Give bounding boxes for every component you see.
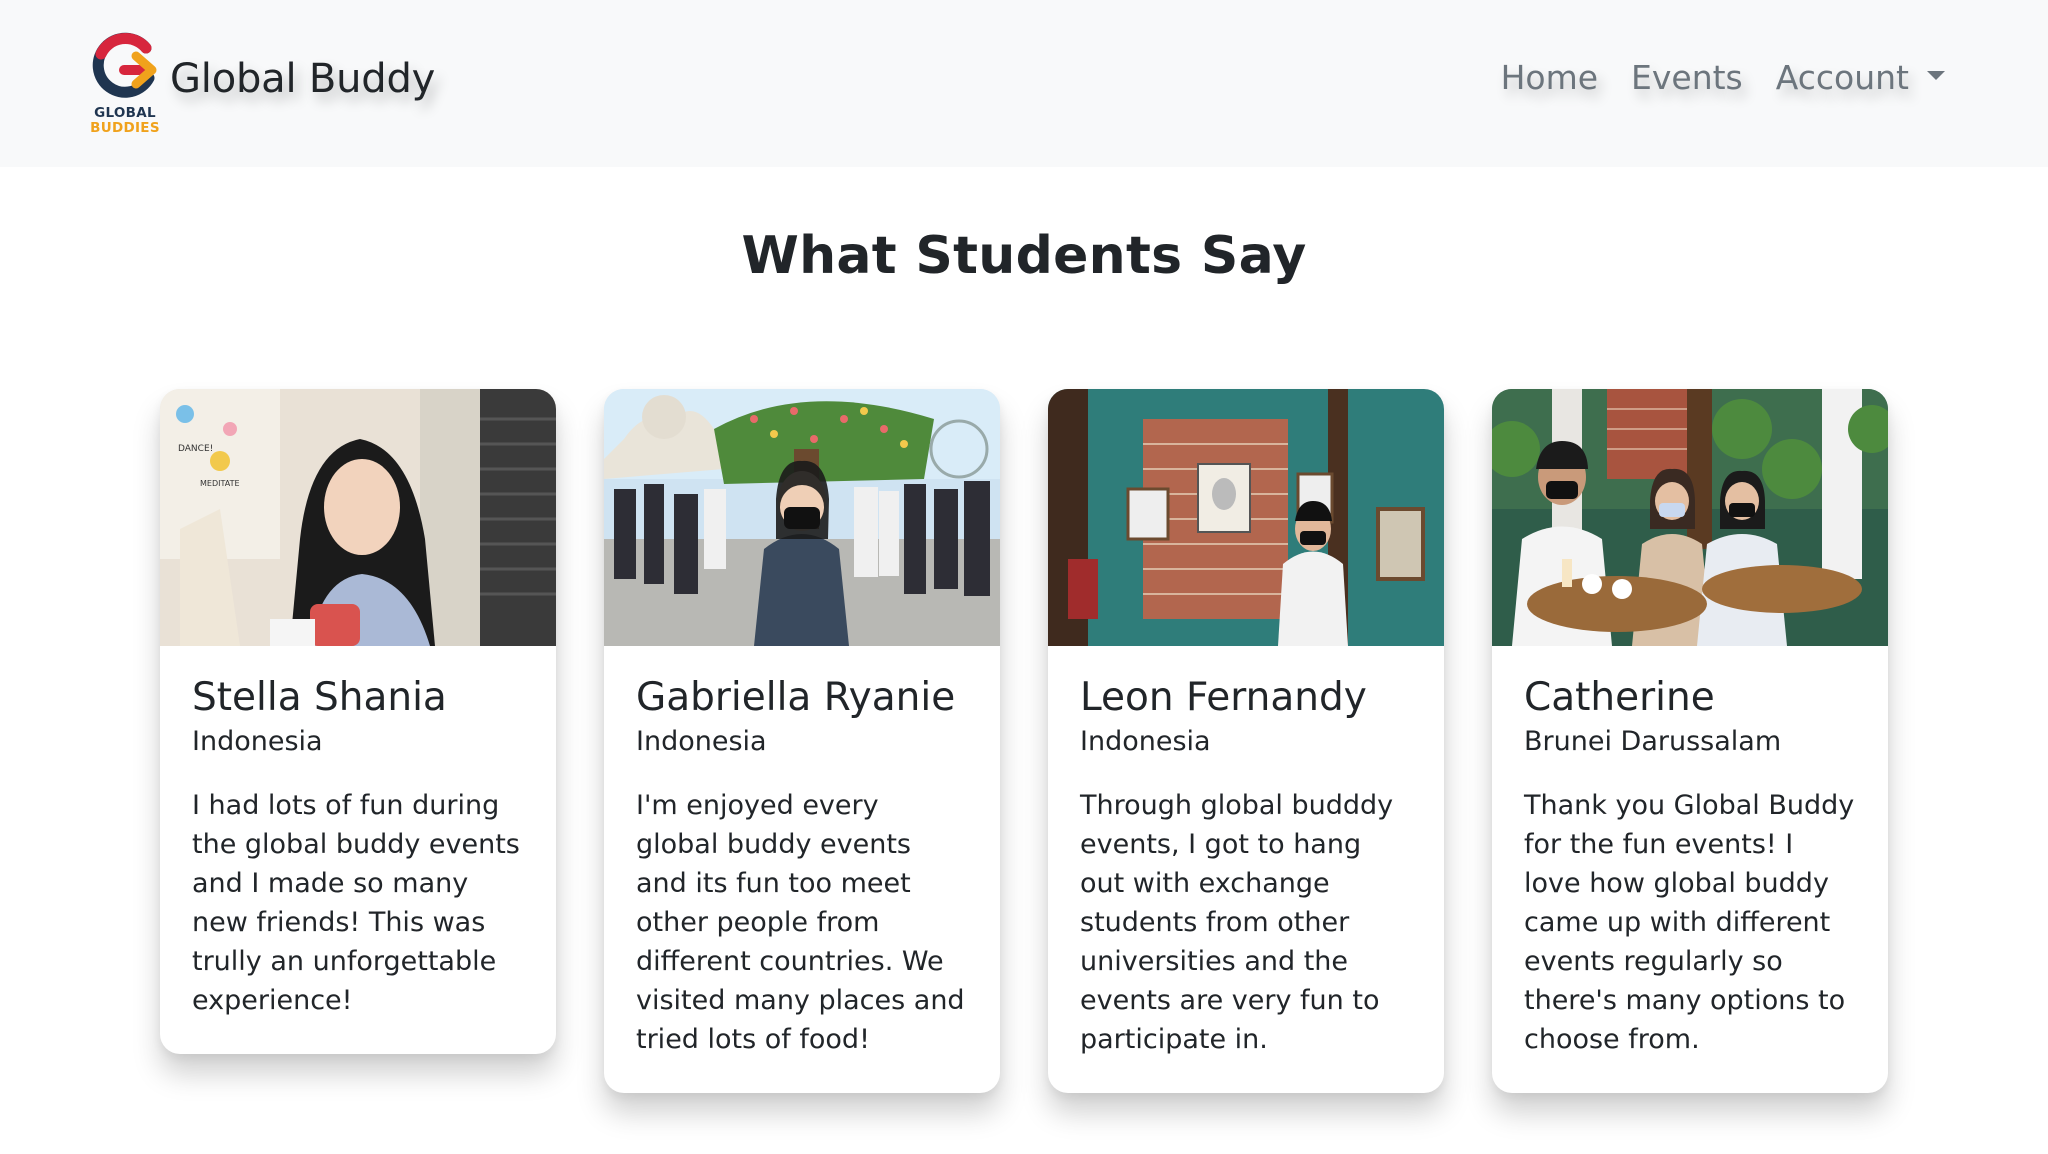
section-title: What Students Say — [741, 226, 1307, 286]
student-photo — [604, 389, 1000, 646]
student-name: Leon Fernandy — [1080, 675, 1367, 720]
global-buddies-logo: GLOBAL BUDDIES — [88, 26, 162, 142]
svg-text:DANCE!: DANCE! — [178, 444, 213, 454]
nav-events-link[interactable]: Events — [1631, 58, 1743, 97]
testimonial-quote: Through global budddy events, I got to h… — [1080, 790, 1394, 1055]
testimonial-quote: I had lots of fun during the global budd… — [192, 790, 520, 1016]
student-country: Brunei Darussalam — [1524, 726, 1782, 757]
student-name: Gabriella Ryanie — [636, 675, 956, 720]
student-name: Stella Shania — [192, 675, 447, 720]
nav-home-link[interactable]: Home — [1501, 58, 1598, 97]
nav-account-dropdown[interactable]: Account — [1776, 58, 1945, 97]
testimonial-quote: I'm enjoyed every global buddy events an… — [636, 790, 965, 1055]
caret-down-icon — [1927, 71, 1945, 80]
testimonial-card: Leon Fernandy Indonesia Through global b… — [1048, 389, 1444, 1093]
brand-link[interactable]: GLOBAL BUDDIES Global Buddy — [88, 26, 435, 142]
student-name: Catherine — [1524, 675, 1715, 720]
testimonial-card: Catherine Brunei Darussalam Thank you Gl… — [1492, 389, 1888, 1093]
student-country: Indonesia — [192, 726, 323, 757]
student-country: Indonesia — [1080, 726, 1211, 757]
logo-line2: BUDDIES — [90, 120, 160, 136]
student-photo: DANCE! MEDITATE — [160, 389, 556, 646]
brand-name: Global Buddy — [170, 56, 436, 102]
testimonial-card: DANCE! MEDITATE Stella Shania Indonesia … — [160, 389, 556, 1054]
main-nav: Home Events Account — [1501, 58, 1945, 97]
logo-line1: GLOBAL — [94, 105, 156, 121]
nav-account-label: Account — [1775, 58, 1909, 97]
testimonial-quote: Thank you Global Buddy for the fun event… — [1524, 790, 1855, 1055]
student-country: Indonesia — [636, 726, 767, 757]
testimonials-list: DANCE! MEDITATE Stella Shania Indonesia … — [160, 389, 1889, 1093]
student-photo — [1492, 389, 1888, 646]
navbar: GLOBAL BUDDIES Global Buddy Home Events … — [0, 0, 2048, 167]
svg-text:MEDITATE: MEDITATE — [200, 479, 240, 488]
student-photo — [1048, 389, 1444, 646]
testimonial-card: Gabriella Ryanie Indonesia I'm enjoyed e… — [604, 389, 1000, 1093]
